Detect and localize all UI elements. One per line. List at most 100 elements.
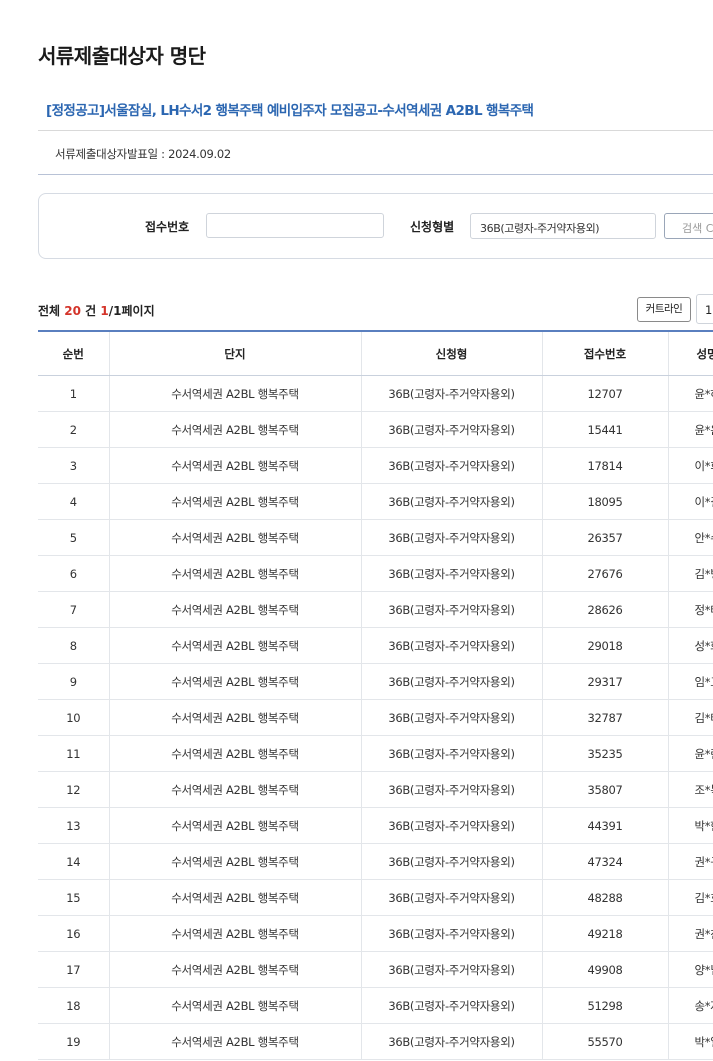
cell-name: 김*호 [667, 879, 713, 916]
cell-name: 윤*란 [667, 735, 713, 772]
cell-receipt-no: 49908 [541, 951, 668, 988]
announcement-date: 서류제출대상자발표일 : 2024.09.02 [55, 147, 231, 161]
table-row: 3수서역세권 A2BL 행복주택36B(고령자-주거약자용외)17814이*희 [38, 447, 713, 484]
cell-type: 36B(고령자-주거약자용외) [360, 447, 542, 484]
cell-name: 안*수 [667, 519, 713, 556]
page-total: /1페이지 [108, 304, 155, 318]
table-row: 2수서역세권 A2BL 행복주택36B(고령자-주거약자용외)15441윤*은 [38, 411, 713, 448]
results-table-container: 순번 단지 신청형 접수번호 성명 1수서역세권 A2BL 행복주택36B(고령… [38, 330, 713, 1060]
cell-name: 윤*은 [667, 411, 713, 448]
cell-complex: 수서역세권 A2BL 행복주택 [108, 951, 361, 988]
cell-name: 조*복 [667, 771, 713, 808]
cell-seq: 19 [38, 1023, 109, 1060]
cell-type: 36B(고령자-주거약자용외) [360, 771, 542, 808]
table-row: 5수서역세권 A2BL 행복주택36B(고령자-주거약자용외)26357안*수 [38, 519, 713, 556]
current-page: 1 [100, 304, 109, 318]
cell-type: 36B(고령자-주거약자용외) [360, 951, 542, 988]
cell-seq: 9 [38, 663, 109, 700]
cell-seq: 4 [38, 483, 109, 520]
cell-receipt-no: 49218 [541, 915, 668, 952]
cell-seq: 18 [38, 987, 109, 1024]
cell-name: 권*규 [667, 843, 713, 880]
cell-seq: 11 [38, 735, 109, 772]
cell-name: 김*병 [667, 555, 713, 592]
divider [38, 130, 713, 131]
table-row: 8수서역세권 A2BL 행복주택36B(고령자-주거약자용외)29018성*화 [38, 627, 713, 664]
cell-type: 36B(고령자-주거약자용외) [360, 915, 542, 952]
table-row: 1수서역세권 A2BL 행복주택36B(고령자-주거약자용외)12707윤*하 [38, 375, 713, 412]
cell-name: 정*태 [667, 591, 713, 628]
cell-seq: 13 [38, 807, 109, 844]
cell-seq: 7 [38, 591, 109, 628]
cell-seq: 16 [38, 915, 109, 952]
cell-name: 송*자 [667, 987, 713, 1024]
cutline-button[interactable]: 커트라인 [637, 297, 691, 322]
cell-seq: 15 [38, 879, 109, 916]
cell-receipt-no: 48288 [541, 879, 668, 916]
application-type-label: 신청형별 [410, 220, 455, 234]
cell-seq: 3 [38, 447, 109, 484]
table-row: 9수서역세권 A2BL 행복주택36B(고령자-주거약자용외)29317임*교 [38, 663, 713, 700]
cell-name: 임*교 [667, 663, 713, 700]
cell-receipt-no: 29018 [541, 627, 668, 664]
page-size-select[interactable]: 10 [696, 294, 713, 324]
cell-seq: 12 [38, 771, 109, 808]
cell-complex: 수서역세권 A2BL 행복주택 [108, 519, 361, 556]
cell-seq: 14 [38, 843, 109, 880]
cell-type: 36B(고령자-주거약자용외) [360, 1023, 542, 1060]
cell-complex: 수서역세권 A2BL 행복주택 [108, 1023, 361, 1060]
cell-complex: 수서역세권 A2BL 행복주택 [108, 735, 361, 772]
table-row: 12수서역세권 A2BL 행복주택36B(고령자-주거약자용외)35807조*복 [38, 771, 713, 808]
cell-receipt-no: 32787 [541, 699, 668, 736]
cell-receipt-no: 55570 [541, 1023, 668, 1060]
cell-receipt-no: 12707 [541, 375, 668, 412]
page-title: 서류제출대상자 명단 [38, 44, 206, 68]
cell-complex: 수서역세권 A2BL 행복주택 [108, 663, 361, 700]
results-table: 순번 단지 신청형 접수번호 성명 1수서역세권 A2BL 행복주택36B(고령… [38, 330, 713, 1060]
cell-complex: 수서역세권 A2BL 행복주택 [108, 879, 361, 916]
cell-type: 36B(고령자-주거약자용외) [360, 483, 542, 520]
table-row: 7수서역세권 A2BL 행복주택36B(고령자-주거약자용외)28626정*태 [38, 591, 713, 628]
cell-type: 36B(고령자-주거약자용외) [360, 699, 542, 736]
cell-type: 36B(고령자-주거약자용외) [360, 807, 542, 844]
cell-type: 36B(고령자-주거약자용외) [360, 879, 542, 916]
cell-name: 권*찬 [667, 915, 713, 952]
search-button[interactable]: 검색 C [664, 213, 713, 239]
table-row: 11수서역세권 A2BL 행복주택36B(고령자-주거약자용외)35235윤*란 [38, 735, 713, 772]
header-receipt-no: 접수번호 [541, 330, 668, 376]
cell-name: 김*태 [667, 699, 713, 736]
table-row: 6수서역세권 A2BL 행복주택36B(고령자-주거약자용외)27676김*병 [38, 555, 713, 592]
cell-complex: 수서역세권 A2BL 행복주택 [108, 375, 361, 412]
cell-receipt-no: 29317 [541, 663, 668, 700]
cell-type: 36B(고령자-주거약자용외) [360, 663, 542, 700]
table-row: 18수서역세권 A2BL 행복주택36B(고령자-주거약자용외)51298송*자 [38, 987, 713, 1024]
table-row: 10수서역세권 A2BL 행복주택36B(고령자-주거약자용외)32787김*태 [38, 699, 713, 736]
table-body: 1수서역세권 A2BL 행복주택36B(고령자-주거약자용외)12707윤*하2… [38, 375, 713, 1060]
cell-complex: 수서역세권 A2BL 행복주택 [108, 627, 361, 664]
cell-type: 36B(고령자-주거약자용외) [360, 411, 542, 448]
header-seq: 순번 [38, 330, 109, 376]
cell-name: 박*일 [667, 1023, 713, 1060]
cell-complex: 수서역세권 A2BL 행복주택 [108, 411, 361, 448]
table-row: 19수서역세권 A2BL 행복주택36B(고령자-주거약자용외)55570박*일 [38, 1023, 713, 1060]
cell-seq: 2 [38, 411, 109, 448]
notice-title-link[interactable]: [정정공고]서울잠실, LH수서2 행복주택 예비입주자 모집공고-수서역세권 … [46, 99, 534, 119]
cell-complex: 수서역세권 A2BL 행복주택 [108, 915, 361, 952]
result-summary: 전체 20 건 1/1페이지 [38, 302, 155, 319]
cell-receipt-no: 17814 [541, 447, 668, 484]
cell-complex: 수서역세권 A2BL 행복주택 [108, 807, 361, 844]
cell-complex: 수서역세권 A2BL 행복주택 [108, 591, 361, 628]
cell-receipt-no: 35235 [541, 735, 668, 772]
total-count: 20 [64, 304, 81, 318]
table-row: 4수서역세권 A2BL 행복주택36B(고령자-주거약자용외)18095이*길 [38, 483, 713, 520]
cell-receipt-no: 28626 [541, 591, 668, 628]
table-row: 15수서역세권 A2BL 행복주택36B(고령자-주거약자용외)48288김*호 [38, 879, 713, 916]
header-name: 성명 [667, 330, 713, 376]
application-type-select[interactable]: 36B(고령자-주거약자용외) [470, 213, 656, 239]
cell-name: 윤*하 [667, 375, 713, 412]
receipt-number-input[interactable] [206, 213, 384, 238]
cell-receipt-no: 26357 [541, 519, 668, 556]
cell-type: 36B(고령자-주거약자용외) [360, 987, 542, 1024]
cell-receipt-no: 35807 [541, 771, 668, 808]
cell-seq: 5 [38, 519, 109, 556]
